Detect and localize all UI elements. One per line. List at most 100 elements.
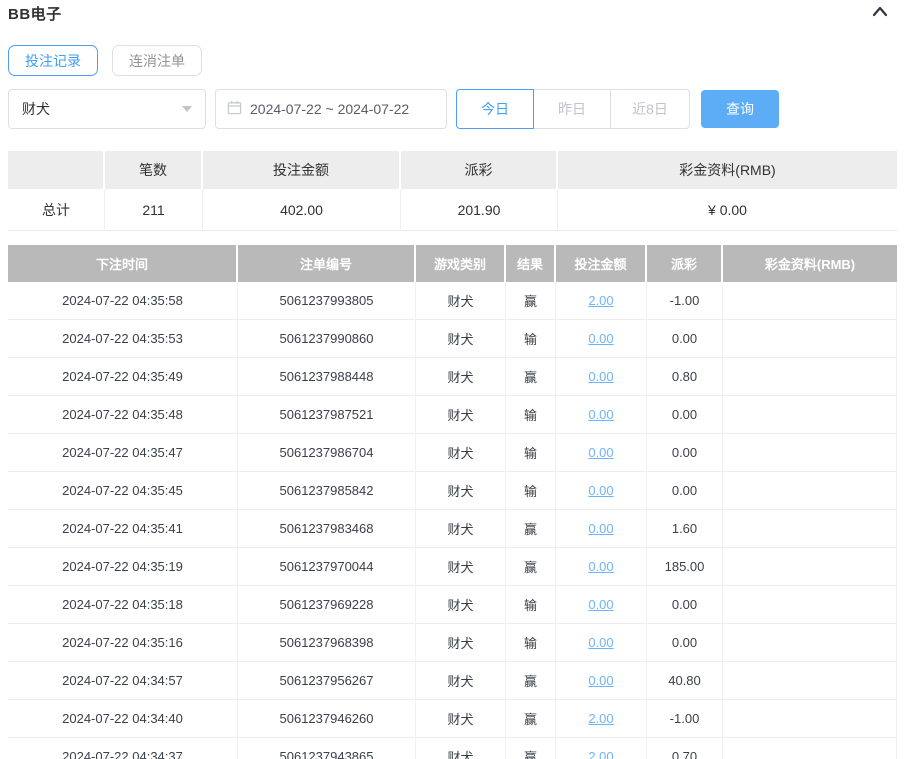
table-row: 2024-07-22 04:35:19 5061237970044 财犬 赢 0… [8, 548, 897, 586]
bet-amount-link[interactable]: 0.00 [588, 407, 613, 422]
table-row: 2024-07-22 04:34:57 5061237956267 财犬 赢 0… [8, 662, 897, 700]
bet-id: 5061237985842 [238, 472, 416, 510]
bet-time: 2024-07-22 04:35:49 [8, 358, 238, 396]
bet-id: 5061237970044 [238, 548, 416, 586]
bet-payout: 0.00 [647, 624, 723, 662]
bet-time: 2024-07-22 04:35:16 [8, 624, 238, 662]
table-row: 2024-07-22 04:35:45 5061237985842 财犬 输 0… [8, 472, 897, 510]
bet-payout: 0.00 [647, 396, 723, 434]
bet-game-type: 财犬 [416, 282, 506, 320]
quick-range-last8days[interactable]: 近8日 [610, 89, 690, 129]
date-range-input[interactable]: 2024-07-22 ~ 2024-07-22 [215, 89, 447, 129]
bet-bonus [723, 700, 897, 738]
bet-id: 5061237987521 [238, 396, 416, 434]
table-row: 2024-07-22 04:35:53 5061237990860 财犬 输 0… [8, 320, 897, 358]
bet-header-cell: 投注金额 [556, 245, 647, 282]
bet-payout: 0.00 [647, 472, 723, 510]
bet-result: 赢 [506, 700, 556, 738]
quick-range-label: 今日 [481, 101, 509, 117]
bet-amount-link[interactable]: 0.00 [588, 559, 613, 574]
quick-range-yesterday[interactable]: 昨日 [533, 89, 611, 129]
table-row: 2024-07-22 04:35:41 5061237983468 财犬 赢 0… [8, 510, 897, 548]
bet-time: 2024-07-22 04:35:18 [8, 586, 238, 624]
bet-id: 5061237993805 [238, 282, 416, 320]
bet-game-type: 财犬 [416, 396, 506, 434]
bet-bonus [723, 548, 897, 586]
game-select-value: 财犬 [22, 101, 50, 117]
bet-bonus [723, 586, 897, 624]
bet-payout: 0.80 [647, 358, 723, 396]
bet-time: 2024-07-22 04:34:57 [8, 662, 238, 700]
summary-count: 211 [105, 189, 203, 231]
chevron-up-icon [871, 6, 889, 21]
bet-id: 5061237986704 [238, 434, 416, 472]
summary-bonus: ¥ 0.00 [558, 189, 897, 231]
bet-amount-link[interactable]: 2.00 [588, 749, 613, 759]
bet-header-cell: 派彩 [647, 245, 723, 282]
bet-amount-link[interactable]: 0.00 [588, 521, 613, 536]
summary-header: 笔数 投注金额 派彩 彩金资料(RMB) [8, 151, 897, 189]
bet-result: 赢 [506, 548, 556, 586]
bet-table-body: 2024-07-22 04:35:58 5061237993805 财犬 赢 2… [8, 282, 897, 759]
bet-payout: -1.00 [647, 282, 723, 320]
bet-time: 2024-07-22 04:35:48 [8, 396, 238, 434]
bet-game-type: 财犬 [416, 320, 506, 358]
bet-payout: 0.70 [647, 738, 723, 759]
bet-payout: 185.00 [647, 548, 723, 586]
bet-amount-link[interactable]: 2.00 [588, 293, 613, 308]
bet-bonus [723, 738, 897, 759]
bet-bonus [723, 662, 897, 700]
bet-id: 5061237988448 [238, 358, 416, 396]
summary-payout: 201.90 [401, 189, 558, 231]
table-row: 2024-07-22 04:35:49 5061237988448 财犬 赢 0… [8, 358, 897, 396]
bet-amount-link[interactable]: 0.00 [588, 673, 613, 688]
bet-time: 2024-07-22 04:35:19 [8, 548, 238, 586]
bet-result: 赢 [506, 510, 556, 548]
bet-id: 5061237968398 [238, 624, 416, 662]
bet-id: 5061237990860 [238, 320, 416, 358]
bet-amount-link[interactable]: 0.00 [588, 483, 613, 498]
bet-id: 5061237943865 [238, 738, 416, 759]
tab-label: 投注记录 [25, 52, 81, 69]
bet-result: 输 [506, 396, 556, 434]
bet-header-cell: 彩金资料(RMB) [723, 245, 897, 282]
bet-amount-link[interactable]: 2.00 [588, 711, 613, 726]
bet-header-cell: 下注时间 [8, 245, 238, 282]
bet-id: 5061237956267 [238, 662, 416, 700]
summary-total-row: 总计 211 402.00 201.90 ¥ 0.00 [8, 189, 897, 231]
bet-header-cell: 注单编号 [238, 245, 416, 282]
bet-amount-link[interactable]: 0.00 [588, 369, 613, 384]
table-row: 2024-07-22 04:35:18 5061237969228 财犬 输 0… [8, 586, 897, 624]
collapse-button[interactable] [871, 3, 897, 18]
bet-bonus [723, 472, 897, 510]
bet-id: 5061237969228 [238, 586, 416, 624]
bet-bonus [723, 396, 897, 434]
tab-bet-records[interactable]: 投注记录 [8, 45, 98, 76]
bet-bonus [723, 358, 897, 396]
filter-bar: 财犬 2024-07-22 ~ 2024-07-22 今日 昨日 近8日 查询 [8, 89, 897, 129]
bet-time: 2024-07-22 04:34:37 [8, 738, 238, 759]
query-button[interactable]: 查询 [701, 90, 779, 128]
page: BB电子 投注记录 连消注单 财犬 2024-07-22 ~ 2024-07-2… [0, 0, 905, 759]
game-select[interactable]: 财犬 [8, 89, 206, 129]
bet-header-cell: 结果 [506, 245, 556, 282]
bet-amount-link[interactable]: 0.00 [588, 597, 613, 612]
quick-range-group: 今日 昨日 近8日 [456, 89, 690, 129]
table-row: 2024-07-22 04:35:16 5061237968398 财犬 输 0… [8, 624, 897, 662]
bet-time: 2024-07-22 04:35:58 [8, 282, 238, 320]
tab-cancelled-bets[interactable]: 连消注单 [112, 45, 202, 76]
bet-amount-link[interactable]: 0.00 [588, 331, 613, 346]
bet-id: 5061237946260 [238, 700, 416, 738]
bet-result: 输 [506, 472, 556, 510]
quick-range-today[interactable]: 今日 [456, 89, 534, 129]
bet-payout: 40.80 [647, 662, 723, 700]
table-row: 2024-07-22 04:35:47 5061237986704 财犬 输 0… [8, 434, 897, 472]
bet-result: 输 [506, 320, 556, 358]
bet-amount-link[interactable]: 0.00 [588, 445, 613, 460]
table-row: 2024-07-22 04:34:40 5061237946260 财犬 赢 2… [8, 700, 897, 738]
bet-result: 赢 [506, 662, 556, 700]
bet-game-type: 财犬 [416, 472, 506, 510]
summary-header-cell: 彩金资料(RMB) [558, 151, 897, 189]
bet-amount-link[interactable]: 0.00 [588, 635, 613, 650]
chevron-down-icon [182, 106, 192, 112]
